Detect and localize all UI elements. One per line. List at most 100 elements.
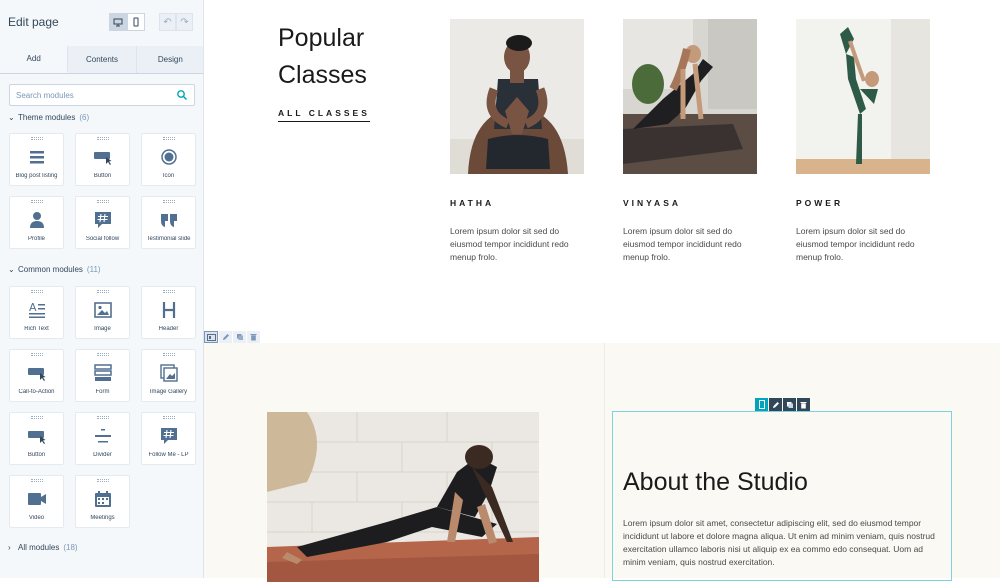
undo-icon: ↶: [163, 16, 172, 28]
pencil-icon: [222, 334, 229, 340]
editor-title: Edit page: [8, 15, 59, 29]
module-profile[interactable]: Profile: [9, 196, 64, 249]
class-card-hatha[interactable]: HATHA Lorem ipsum dolor sit sed do eiusm…: [450, 19, 586, 264]
desktop-view-button[interactable]: [109, 13, 127, 31]
module-meetings[interactable]: Meetings: [75, 475, 130, 528]
module-image[interactable]: Image: [75, 286, 130, 339]
search-icon[interactable]: [176, 89, 188, 101]
mobile-view-button[interactable]: [127, 13, 145, 31]
search-input[interactable]: [16, 90, 176, 100]
about-section[interactable]: About the Studio Lorem ipsum dolor sit a…: [204, 343, 1000, 582]
common-modules-toggle[interactable]: ⌄ Common modules (11): [8, 265, 101, 274]
tab-add[interactable]: Add: [0, 46, 69, 73]
drag-handle: [30, 416, 43, 419]
module-header[interactable]: Header: [141, 286, 196, 339]
module-label: Divider: [93, 452, 112, 458]
drag-handle: [30, 290, 43, 293]
class-card-power[interactable]: POWER Lorem ipsum dolor sit sed do eiusm…: [796, 19, 932, 264]
module-blog-post-listing[interactable]: Blog post listing: [9, 133, 64, 186]
hatha-image[interactable]: [450, 19, 584, 174]
module-label: Blog post listing: [15, 173, 58, 179]
edit-module-button[interactable]: [769, 398, 782, 411]
section-icon: [206, 333, 216, 341]
module-form[interactable]: Form: [75, 349, 130, 402]
editor-sidebar: Edit page ↶ ↷ Add Contents Design ⌄ Them…: [0, 0, 204, 578]
form-icon: [93, 363, 113, 383]
module-button[interactable]: Button: [75, 133, 130, 186]
image-icon: [93, 300, 113, 320]
edit-button[interactable]: [219, 331, 232, 343]
delete-module-button[interactable]: [797, 398, 810, 411]
chevron-down-icon: ⌄: [8, 113, 15, 122]
undo-button[interactable]: ↶: [159, 13, 176, 31]
studio-image[interactable]: [267, 412, 539, 582]
copy-icon: [236, 334, 243, 340]
module-label: Header: [158, 326, 179, 332]
module-divider[interactable]: Divider: [75, 412, 130, 465]
module-search: [9, 84, 195, 106]
mobile-icon: [133, 17, 139, 27]
all-classes-link[interactable]: ALL CLASSES: [278, 108, 370, 122]
button-icon: [27, 426, 47, 446]
divider-icon: [93, 426, 113, 446]
drag-handle: [162, 137, 175, 140]
gallery-icon: [159, 363, 179, 383]
about-module-selected[interactable]: About the Studio Lorem ipsum dolor sit a…: [612, 411, 952, 581]
duplicate-module-button[interactable]: [783, 398, 796, 411]
tab-contents[interactable]: Contents: [68, 46, 137, 73]
class-description: Lorem ipsum dolor sit sed do eiusmod tem…: [623, 226, 742, 262]
module-call-to-action[interactable]: Call-to-Action: [9, 349, 64, 402]
heading-icon: [159, 300, 179, 320]
class-card-vinyasa[interactable]: VINYASA Lorem ipsum dolor sit sed do eiu…: [623, 19, 759, 264]
about-heading[interactable]: About the Studio: [623, 468, 808, 497]
quote-icon: [159, 210, 179, 230]
redo-icon: ↷: [180, 16, 189, 28]
drag-handle: [96, 290, 109, 293]
class-name: HATHA: [450, 198, 495, 208]
power-image[interactable]: [796, 19, 930, 174]
about-body-text[interactable]: Lorem ipsum dolor sit amet, consectetur …: [623, 517, 941, 569]
module-label: Follow Me - LP: [148, 452, 189, 458]
module-testimonial-slide[interactable]: Testimonial slide: [141, 196, 196, 249]
class-description: Lorem ipsum dolor sit sed do eiusmod tem…: [450, 226, 569, 262]
module-label: Meetings: [90, 515, 115, 521]
heading-line-1: Popular: [278, 24, 365, 52]
module-rich-text[interactable]: A Rich Text: [9, 286, 64, 339]
user-icon: [27, 210, 47, 230]
drag-icon: [758, 400, 765, 409]
all-modules-toggle[interactable]: › All modules (18): [8, 543, 78, 552]
hashtag-icon: [93, 210, 113, 230]
rich-text-icon: A: [27, 300, 47, 320]
redo-button[interactable]: ↷: [176, 13, 193, 31]
module-label: Profile: [27, 236, 45, 242]
svg-text:A: A: [29, 301, 37, 314]
vinyasa-image[interactable]: [623, 19, 757, 174]
popular-classes-section[interactable]: Popular Classes ALL CLASSES HATHA Lorem …: [204, 0, 1000, 343]
drag-handle: [30, 479, 43, 482]
drag-handle: [162, 353, 175, 356]
common-modules-label: Common modules: [18, 265, 83, 274]
module-label: Testimonial slide: [146, 236, 191, 242]
delete-button[interactable]: [247, 331, 260, 343]
module-social-follow[interactable]: Social follow: [75, 196, 130, 249]
drag-handle: [162, 200, 175, 203]
drag-handle: [162, 416, 175, 419]
trash-icon: [250, 334, 257, 341]
module-label: Image Gallery: [149, 389, 188, 395]
popular-classes-heading[interactable]: Popular Classes: [278, 20, 418, 94]
drag-module-button[interactable]: [755, 398, 768, 411]
module-button-common[interactable]: Button: [9, 412, 64, 465]
cta-icon: [27, 363, 47, 383]
module-icon[interactable]: Icon: [141, 133, 196, 186]
module-label: Form: [95, 389, 110, 395]
tab-design[interactable]: Design: [136, 46, 203, 73]
section-settings-button[interactable]: [204, 331, 218, 343]
theme-modules-toggle[interactable]: ⌄ Theme modules (6): [8, 113, 89, 122]
module-video[interactable]: Video: [9, 475, 64, 528]
all-modules-count: (18): [63, 543, 78, 552]
module-image-gallery[interactable]: Image Gallery: [141, 349, 196, 402]
duplicate-button[interactable]: [233, 331, 246, 343]
module-follow-me-lp[interactable]: Follow Me - LP: [141, 412, 196, 465]
drag-handle: [30, 137, 43, 140]
hashtag-icon: [159, 426, 179, 446]
